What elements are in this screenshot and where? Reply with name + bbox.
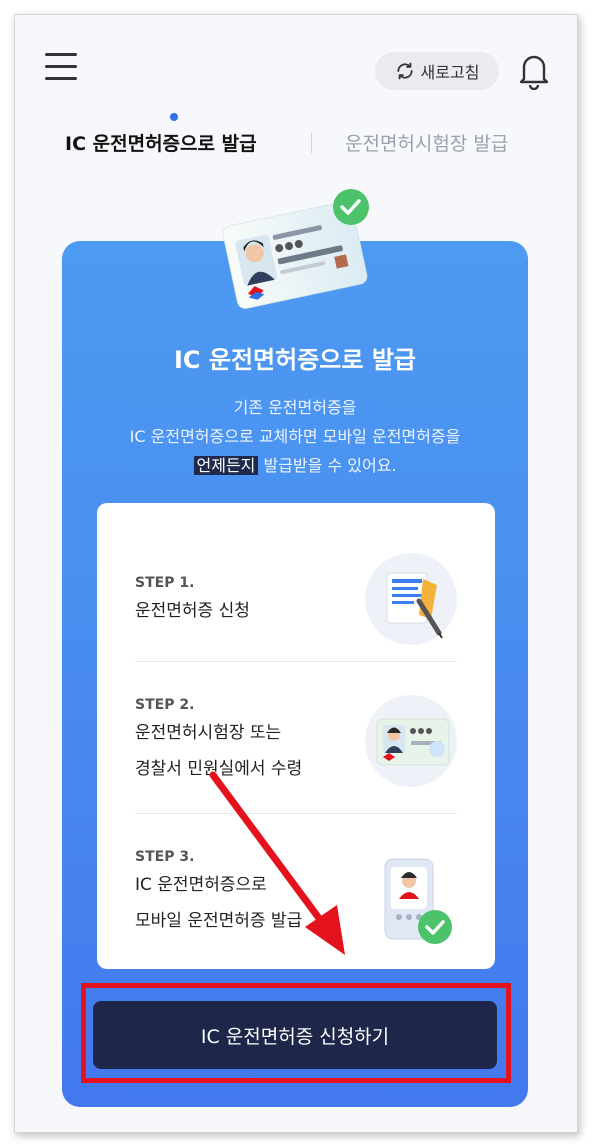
hero-desc-line2: IC 운전면허증으로 교체하면 모바일 운전면허증을 [129,427,461,446]
license-card-icon [365,695,457,787]
app-header: 새로고침 [15,15,577,105]
bell-icon[interactable] [515,50,553,91]
step-1-text: 운전면허증 신청 [135,601,250,621]
step-divider [135,661,457,662]
hero-desc-highlight: 언제든지 [193,456,259,475]
refresh-button[interactable]: 새로고침 [375,52,499,90]
mobile-license-check-icon [384,858,452,944]
hero-desc-line3: 언제든지 발급받을 수 있어요. [62,451,528,480]
hero-desc-line3-rest: 발급받을 수 있어요. [258,456,397,475]
step-1-label: STEP 1. [135,575,195,591]
step-3-line2: 모바일 운전면허증 발급 [135,911,303,931]
step-2-line2: 경찰서 민원실에서 수령 [135,759,303,779]
step-2-line1: 운전면허시험장 또는 [135,723,282,743]
step-divider [135,813,457,814]
hamburger-menu-icon[interactable] [45,53,77,81]
hero-desc-line1: 기존 운전면허증을 [233,398,357,417]
tab-exam-center[interactable]: 운전면허시험장 발급 [345,129,508,156]
step-3-line1: IC 운전면허증으로 [135,875,267,895]
document-pen-icon [365,553,457,645]
hero-title: IC 운전면허증으로 발급 [174,346,416,374]
active-tab-indicator [170,113,178,121]
app-screen: 새로고침 IC 운전면허증으로 발급 운전면허시험장 발급 IC 운전면허증으로… [14,14,578,1133]
step-3-label: STEP 3. [135,849,195,865]
tab-divider [311,133,312,153]
refresh-icon [396,62,413,80]
hero-description: 기존 운전면허증을 IC 운전면허증으로 교체하면 모바일 운전면허증을 언제든… [62,393,528,480]
refresh-label: 새로고침 [420,63,480,82]
tab-ic-license[interactable]: IC 운전면허증으로 발급 [65,129,257,156]
step-2-label: STEP 2. [135,697,195,713]
steps-card: STEP 1. 운전면허증 신청 STEP 2. 운전면허시험장 또는 경찰서 … [97,503,495,969]
apply-ic-license-button[interactable]: IC 운전면허증 신청하기 [93,1001,497,1069]
driver-license-card-icon [222,189,369,309]
